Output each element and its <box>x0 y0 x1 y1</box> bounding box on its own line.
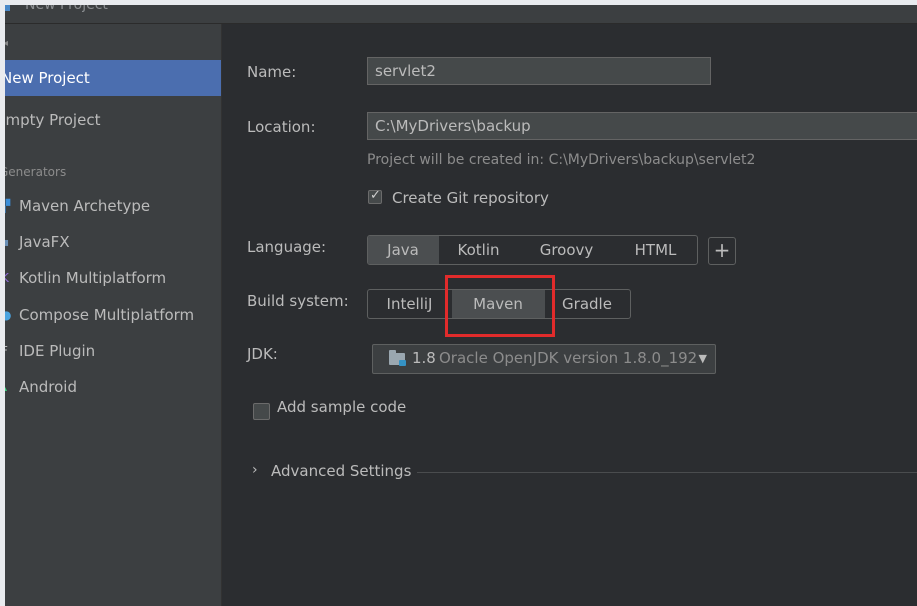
location-hint: Project will be created in: C:\MyDrivers… <box>367 152 756 168</box>
title-bar: New Project <box>5 5 917 23</box>
sidebar-item-label: New Project <box>5 69 90 87</box>
generators-section-label: Generators <box>5 165 67 179</box>
window-title: New Project <box>25 5 108 13</box>
git-checkbox-label[interactable]: Create Git repository <box>392 189 549 207</box>
collapse-arrow-icon[interactable]: ◂ <box>5 38 8 49</box>
sidebar-item-label: Compose Multiplatform <box>19 306 195 324</box>
sample-code-checkbox[interactable] <box>253 403 270 420</box>
location-label: Location: <box>247 118 316 136</box>
sample-code-label[interactable]: Add sample code <box>277 398 406 416</box>
project-type-sidebar: ◂ New Project Empty Project Generators ▞… <box>5 24 222 606</box>
javafx-icon: ▪ <box>5 235 10 249</box>
sidebar-item-compose-multiplatform[interactable]: ● Compose Multiplatform <box>5 297 221 333</box>
language-selector: Java Kotlin Groovy HTML <box>367 235 698 265</box>
advanced-settings-divider <box>417 472 917 473</box>
sidebar-item-kotlin-multiplatform[interactable]: K Kotlin Multiplatform <box>5 260 221 296</box>
language-option-html[interactable]: HTML <box>615 236 697 264</box>
build-system-label: Build system: <box>247 292 349 310</box>
language-option-groovy[interactable]: Groovy <box>519 236 615 264</box>
android-icon: ▴ <box>5 381 11 393</box>
sidebar-header: ◂ <box>5 24 221 59</box>
build-option-intellij[interactable]: IntelliJ <box>368 290 452 318</box>
sidebar-item-new-project[interactable]: New Project <box>5 60 221 96</box>
add-language-button[interactable]: + <box>708 237 736 265</box>
app-icon <box>5 5 10 11</box>
kotlin-icon: K <box>5 272 11 284</box>
sidebar-item-label: IDE Plugin <box>19 342 96 360</box>
language-label: Language: <box>247 238 327 256</box>
build-option-gradle[interactable]: Gradle <box>545 290 630 318</box>
sidebar-item-label: Maven Archetype <box>19 197 151 215</box>
compose-icon: ● <box>5 308 12 322</box>
sidebar-item-maven-archetype[interactable]: ▞ Maven Archetype <box>5 188 221 224</box>
chevron-right-icon: › <box>252 462 258 478</box>
ide-plugin-icon: F <box>5 345 11 357</box>
sidebar-item-label: Android <box>19 378 77 396</box>
sidebar-item-label: Empty Project <box>5 111 101 129</box>
language-option-java[interactable]: Java <box>368 236 439 264</box>
sidebar-item-ide-plugin[interactable]: F IDE Plugin <box>5 333 221 369</box>
jdk-folder-icon <box>389 350 406 366</box>
sidebar-item-label: Kotlin Multiplatform <box>19 269 167 287</box>
language-option-kotlin[interactable]: Kotlin <box>439 236 519 264</box>
name-label: Name: <box>247 63 297 81</box>
project-settings-panel: Name: servlet2 Location: C:\MyDrivers\ba… <box>222 24 917 606</box>
chevron-down-icon: ▼ <box>698 352 707 365</box>
advanced-settings-label: Advanced Settings <box>271 462 412 480</box>
jdk-description: Oracle OpenJDK version 1.8.0_192 <box>439 349 698 367</box>
jdk-label: JDK: <box>247 345 278 363</box>
jdk-version: 1.8 <box>412 349 436 367</box>
sidebar-item-javafx[interactable]: ▪ JavaFX <box>5 224 221 260</box>
new-project-dialog: New Project ◂ New Project Empty Project … <box>5 5 917 606</box>
annotation-highlight-box <box>445 275 555 337</box>
maven-archetype-icon: ▞ <box>5 199 11 213</box>
jdk-dropdown[interactable]: 1.8 Oracle OpenJDK version 1.8.0_192 ▼ <box>372 344 716 374</box>
sidebar-item-android[interactable]: ▴ Android <box>5 369 221 405</box>
git-checkbox[interactable] <box>368 188 382 204</box>
sidebar-item-empty-project[interactable]: Empty Project <box>5 102 221 138</box>
location-field[interactable]: C:\MyDrivers\backup <box>367 112 917 140</box>
sidebar-item-label: JavaFX <box>19 233 70 251</box>
name-field[interactable]: servlet2 <box>367 57 711 85</box>
